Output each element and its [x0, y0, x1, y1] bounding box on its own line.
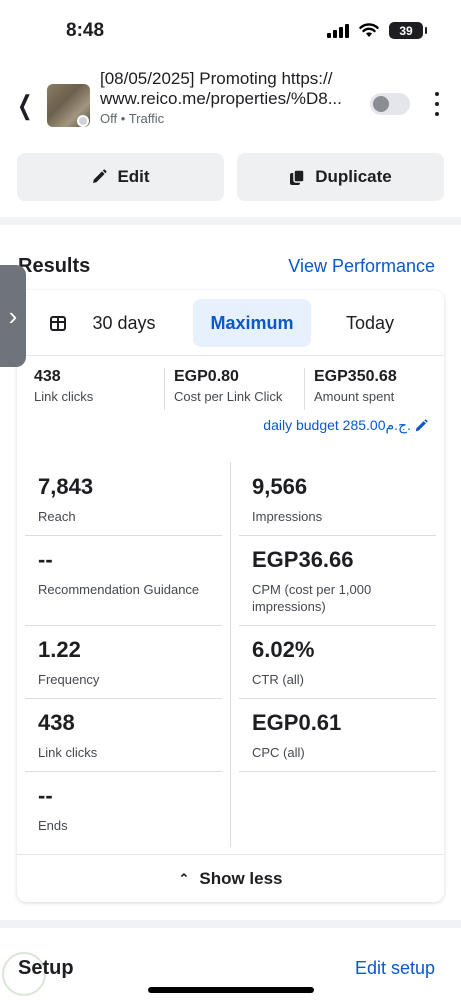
metric-divider — [239, 698, 436, 699]
setup-title: Setup — [18, 957, 74, 979]
metric-value: 6.02% — [252, 637, 315, 662]
metric-label: CTR (all) — [252, 672, 304, 687]
daily-budget-link[interactable]: daily budget 285.00ج.م. — [263, 417, 428, 434]
side-panel-handle[interactable]: › — [0, 265, 26, 367]
metric-label: CPM (cost per 1,000 impressions) — [252, 582, 372, 614]
metric-label: Recommendation Guidance — [38, 582, 200, 597]
chevron-up-icon: ⌃ — [178, 870, 190, 886]
chevron-right-icon: › — [8, 300, 18, 331]
metrics-column-divider — [230, 462, 231, 847]
status-bar: 8:48 39 — [0, 0, 461, 60]
duplicate-button[interactable]: Duplicate — [237, 153, 444, 201]
edit-button-label: Edit — [117, 167, 150, 186]
metric-label: Reach — [38, 509, 76, 524]
metric-cpc: EGP0.61 CPC (all) — [239, 710, 341, 761]
metric-value: EGP36.66 — [252, 547, 354, 572]
pencil-icon — [93, 169, 107, 183]
edit-button[interactable]: Edit — [17, 153, 224, 201]
metric-divider — [25, 625, 222, 626]
campaign-status: Off — [100, 111, 118, 126]
action-row: Edit Duplicate — [17, 153, 444, 201]
metric-ctr: 6.02% CTR (all) — [239, 637, 314, 688]
metric-value: 1.22 — [38, 637, 81, 662]
home-indicator[interactable] — [148, 987, 314, 993]
subtitle-separator: • — [120, 111, 126, 126]
metric-divider — [239, 625, 436, 626]
metric-value: -- — [38, 547, 53, 572]
metric-label: Frequency — [38, 672, 100, 687]
metric-value: 9,566 — [252, 474, 308, 499]
metric-label: Ends — [38, 818, 68, 833]
metrics-grid: 7,843 Reach -- Recommendation Guidance 1… — [25, 462, 436, 847]
wifi-icon — [359, 23, 379, 37]
show-less-button[interactable]: ⌃ Show less — [17, 855, 444, 902]
summary-cost-per-click: EGP0.80 Cost per Link Click — [164, 368, 304, 410]
show-less-label: Show less — [199, 868, 283, 888]
metric-impressions: 9,566 Impressions — [239, 474, 322, 525]
summary-stats: 438 Link clicks EGP0.80 Cost per Link Cl… — [17, 368, 444, 410]
metric-value: 7,843 — [38, 474, 94, 499]
status-icons: 39 — [327, 22, 427, 39]
back-icon[interactable]: ❮ — [17, 90, 32, 121]
metric-divider — [25, 698, 222, 699]
summary-label: Amount spent — [314, 389, 395, 404]
view-performance-link[interactable]: View Performance — [288, 256, 435, 277]
duplicate-icon — [290, 168, 305, 185]
metric-value: 438 — [38, 710, 75, 735]
section-divider — [0, 217, 461, 225]
toggle-knob — [373, 96, 389, 112]
range-30-days[interactable]: 30 days — [83, 299, 165, 347]
metric-frequency: 1.22 Frequency — [25, 637, 99, 688]
results-title: Results — [18, 255, 91, 277]
status-time: 8:48 — [66, 20, 105, 41]
metric-label: Link clicks — [38, 745, 98, 760]
campaign-subtitle: Off • Traffic — [100, 111, 164, 126]
calendar-icon[interactable] — [50, 316, 66, 331]
status-dot-icon — [77, 115, 89, 127]
results-card: 30 days Maximum Today 438 Link clicks EG… — [17, 290, 444, 902]
metric-recommendation-guidance: -- Recommendation Guidance — [25, 547, 199, 598]
summary-value: EGP0.80 — [174, 368, 239, 385]
metric-divider — [239, 535, 436, 536]
battery-icon: 39 — [389, 22, 427, 39]
campaign-title: [08/05/2025] Promoting https:// www.reic… — [100, 69, 362, 109]
daily-budget-text: daily budget 285.00ج.م. — [263, 417, 411, 433]
pencil-icon — [415, 418, 428, 431]
duplicate-button-label: Duplicate — [315, 167, 392, 186]
section-divider — [0, 920, 461, 928]
edit-setup-link[interactable]: Edit setup — [355, 958, 435, 979]
summary-label: Cost per Link Click — [174, 389, 283, 404]
metric-label: CPC (all) — [252, 745, 305, 760]
campaign-header: ❮ [08/05/2025] Promoting https:// www.re… — [0, 62, 461, 142]
metric-cpm: EGP36.66 CPM (cost per 1,000 impressions… — [239, 547, 436, 615]
metric-label: Impressions — [252, 509, 323, 524]
summary-link-clicks: 438 Link clicks — [17, 368, 164, 410]
metric-value: -- — [38, 783, 53, 808]
metric-reach: 7,843 Reach — [25, 474, 93, 525]
campaign-title-line1: [08/05/2025] Promoting https:// — [100, 69, 333, 88]
range-maximum[interactable]: Maximum — [193, 299, 311, 347]
summary-value: EGP350.68 — [314, 368, 397, 385]
more-options-icon[interactable] — [432, 92, 442, 116]
range-today[interactable]: Today — [335, 299, 405, 347]
campaign-objective: Traffic — [128, 111, 165, 126]
card-divider — [17, 355, 444, 356]
date-range-selector: 30 days Maximum Today — [17, 299, 444, 347]
metric-divider — [25, 535, 222, 536]
campaign-title-line2: www.reico.me/properties/%D8... — [100, 89, 342, 108]
metric-divider — [25, 771, 222, 772]
metric-link-clicks: 438 Link clicks — [25, 710, 97, 761]
campaign-toggle[interactable] — [370, 93, 410, 115]
summary-value: 438 — [34, 368, 61, 385]
metric-ends: -- Ends — [25, 783, 68, 834]
cellular-signal-icon — [327, 23, 349, 38]
summary-amount-spent: EGP350.68 Amount spent — [304, 368, 444, 410]
metric-value: EGP0.61 — [252, 710, 342, 735]
metric-divider — [239, 771, 436, 772]
summary-label: Link clicks — [34, 389, 94, 404]
